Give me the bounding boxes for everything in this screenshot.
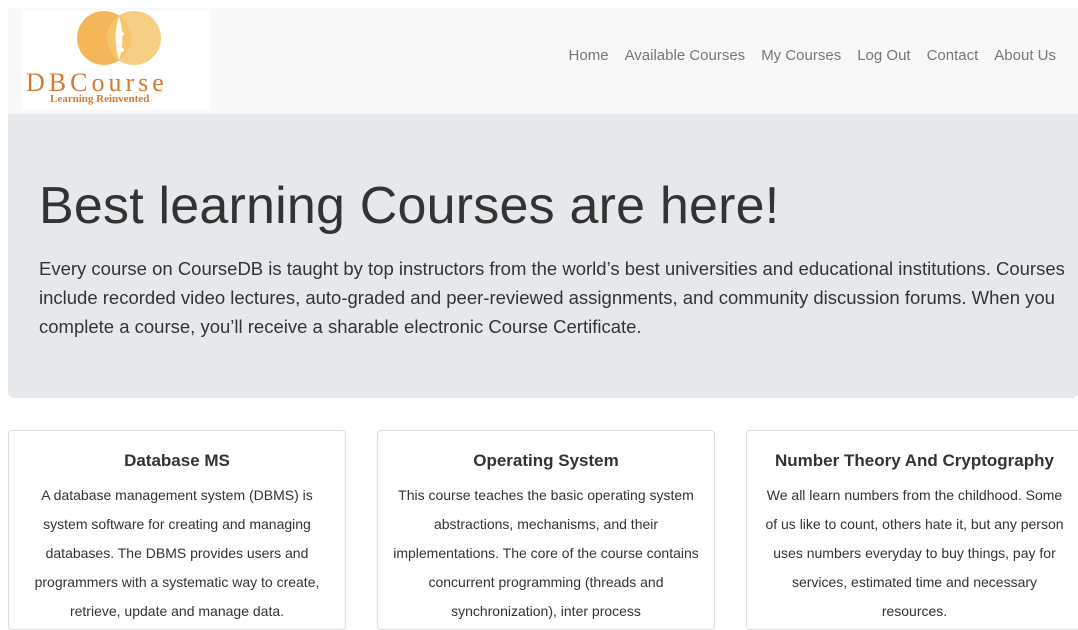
nav-menu: Home Available Courses My Courses Log Ou… xyxy=(561,47,1064,64)
brand-tagline: Learning Reinvented xyxy=(50,93,150,105)
course-description: This course teaches the basic operating … xyxy=(393,487,699,619)
course-card-operating-system[interactable]: Operating System This course teaches the… xyxy=(377,430,715,630)
course-description: A database management system (DBMS) is s… xyxy=(34,487,320,619)
hero-title: Best learning Courses are here! xyxy=(39,177,780,235)
nav-my-courses[interactable]: My Courses xyxy=(753,47,849,64)
course-title[interactable]: Number Theory And Cryptography xyxy=(757,451,1072,471)
nav-contact[interactable]: Contact xyxy=(919,47,987,64)
brand-logo[interactable]: DBCourse Learning Reinvented xyxy=(22,10,210,110)
course-title[interactable]: Database MS xyxy=(9,451,345,471)
nav-log-out[interactable]: Log Out xyxy=(849,47,918,64)
nav-home[interactable]: Home xyxy=(561,47,617,64)
navbar: DBCourse Learning Reinvented Home Availa… xyxy=(8,8,1078,114)
nav-about-us[interactable]: About Us xyxy=(986,47,1064,64)
course-title[interactable]: Operating System xyxy=(378,451,714,471)
nav-available-courses[interactable]: Available Courses xyxy=(617,47,754,64)
course-card-number-theory[interactable]: Number Theory And Cryptography We all le… xyxy=(746,430,1078,630)
hero-description: Every course on CourseDB is taught by to… xyxy=(39,258,1065,337)
hero-banner: Best learning Courses are here! Every co… xyxy=(8,114,1078,398)
course-card-database-ms[interactable]: Database MS A database management system… xyxy=(8,430,346,630)
course-description: We all learn numbers from the childhood.… xyxy=(765,487,1064,619)
